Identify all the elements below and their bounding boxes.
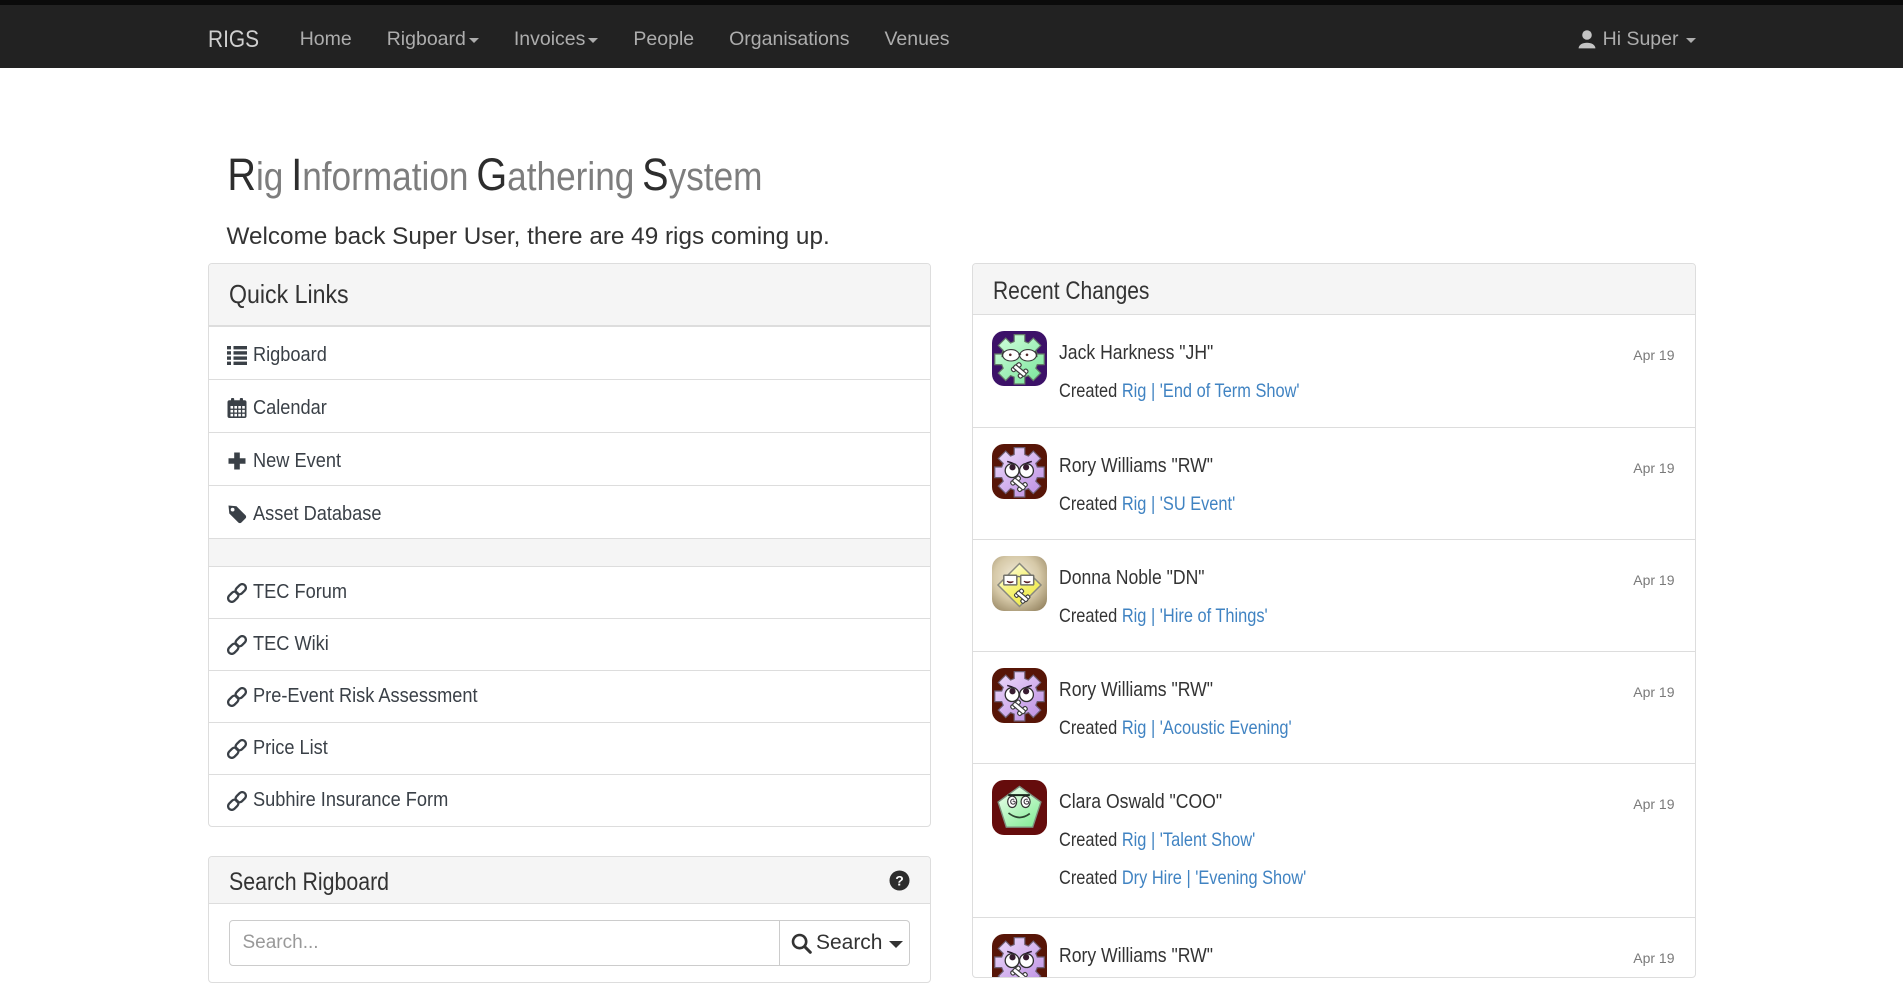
- svg-text:?: ?: [895, 872, 904, 888]
